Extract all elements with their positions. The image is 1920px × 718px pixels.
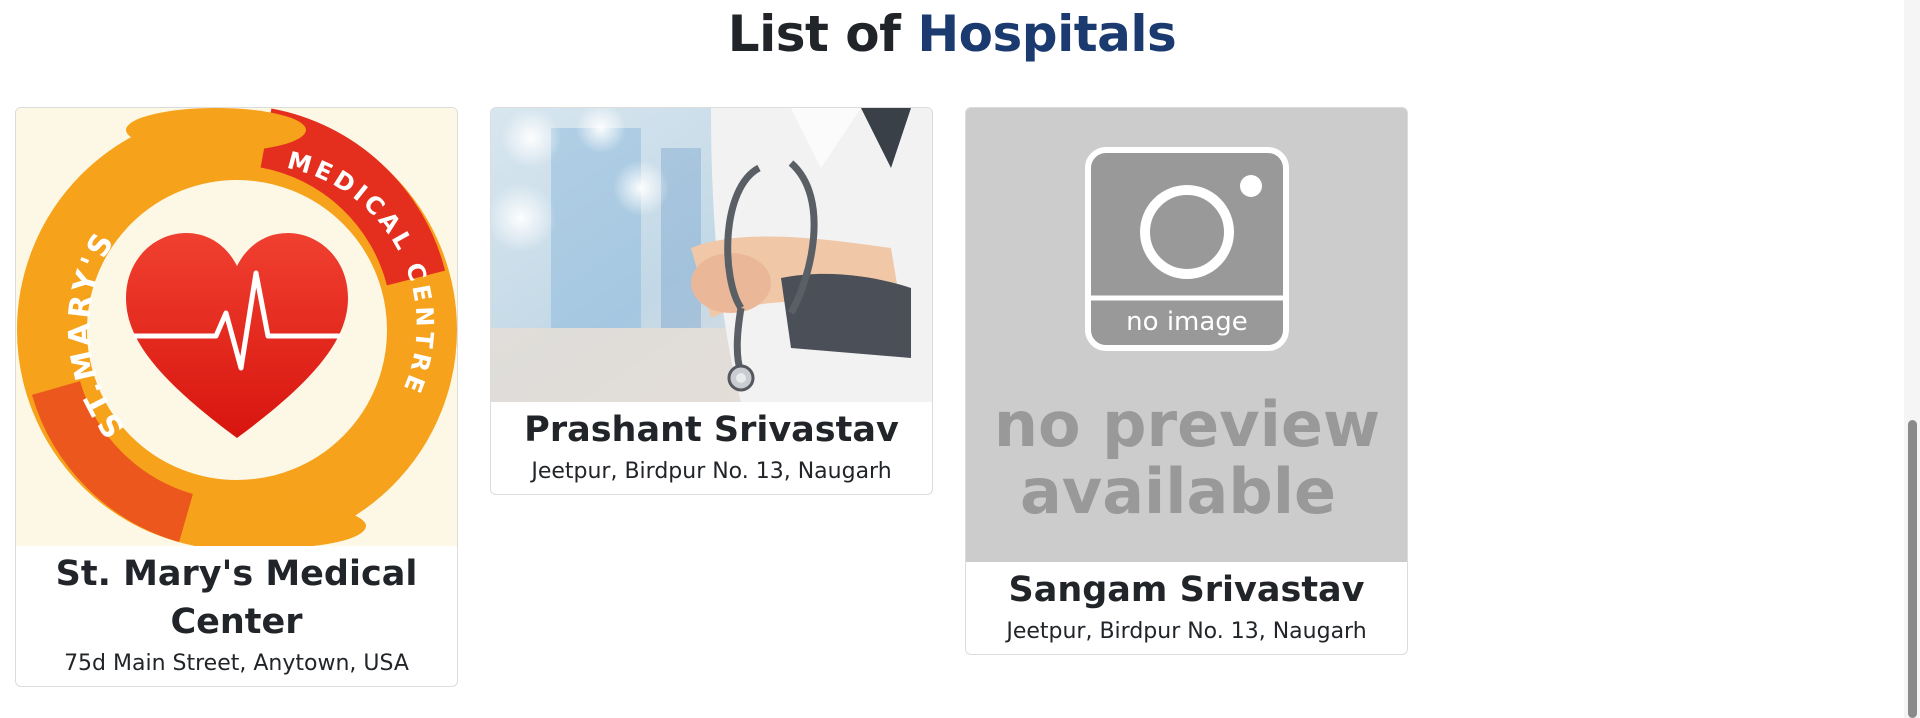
hospital-address: Jeetpur, Birdpur No. 13, Naugarh [531,459,892,484]
hospital-card-body: Prashant Srivastav Jeetpur, Birdpur No. … [491,402,932,494]
hospital-card[interactable]: no image no preview available Sangam Sri… [965,107,1408,655]
hospital-address: 75d Main Street, Anytown, USA [64,651,409,676]
no-preview-line2: available [1020,455,1336,528]
page: List of Hospitals ST.MARY'S MEDICAL CENT… [0,0,1920,718]
hospital-address: Jeetpur, Birdpur No. 13, Naugarh [1006,619,1367,644]
hospital-card[interactable]: ST.MARY'S MEDICAL CENTRE St. Mary's Medi… [15,107,458,687]
page-title-accent: Hospitals [917,5,1177,63]
scrollbar-track[interactable] [1904,0,1920,718]
hospital-image[interactable] [491,108,932,402]
hospital-name[interactable]: Prashant Srivastav [501,406,922,454]
hospital-card-body: St. Mary's Medical Center 75d Main Stree… [16,546,457,686]
no-image-placeholder-icon: no image no preview available [966,108,1407,562]
hospital-card-body: Sangam Srivastav Jeetpur, Birdpur No. 13… [966,562,1407,654]
doctor-stethoscope-photo [491,108,932,402]
hospital-image[interactable]: no image no preview available [966,108,1407,562]
no-image-label: no image [1126,307,1248,337]
scrollbar-thumb[interactable] [1908,420,1917,718]
hospital-card[interactable]: Prashant Srivastav Jeetpur, Birdpur No. … [490,107,933,495]
hospital-name[interactable]: Sangam Srivastav [976,566,1397,614]
hospital-name[interactable]: St. Mary's Medical Center [26,550,447,646]
no-preview-line1: no preview [994,388,1380,461]
page-title-prefix: List of [727,5,901,63]
st-marys-logo-icon: ST.MARY'S MEDICAL CENTRE [16,108,457,546]
page-title: List of Hospitals [0,2,1904,66]
hospital-image[interactable]: ST.MARY'S MEDICAL CENTRE [16,108,457,546]
